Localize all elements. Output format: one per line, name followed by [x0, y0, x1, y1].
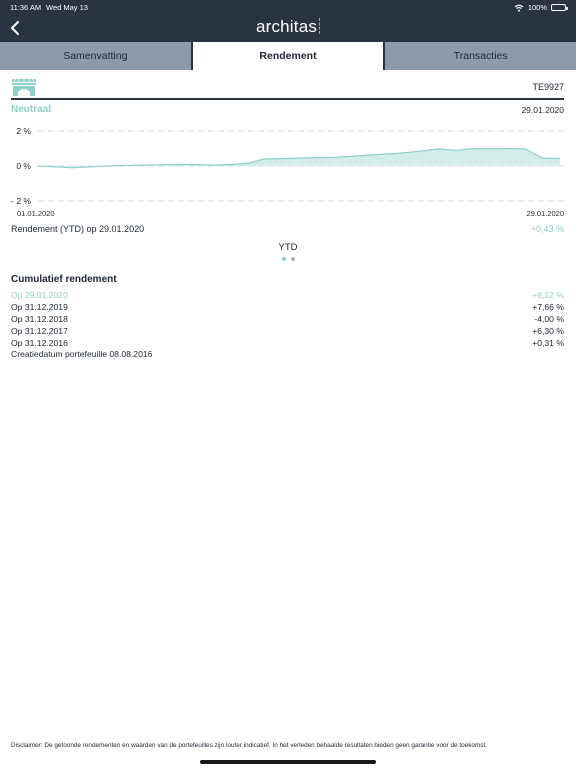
portfolio-id: TE9927: [532, 82, 564, 92]
list-item-label: Op 31.12.2017: [11, 326, 68, 336]
battery-icon: [551, 4, 568, 11]
list-item: Op 29.01.2020 +8,12 %: [11, 290, 564, 302]
x-tick-label-end: 29.01.2020: [526, 209, 564, 218]
ytd-value: +0,43 %: [530, 224, 564, 234]
logo-text: architas: [255, 17, 318, 36]
data-point: [507, 147, 509, 150]
list-item: Op 31.12.2017 +6,30 %: [11, 326, 564, 338]
tab-bar: Samenvatting Rendement Transacties: [0, 42, 576, 70]
data-point: [159, 164, 161, 166]
data-point: [489, 147, 491, 150]
data-point: [263, 158, 265, 160]
data-point: [246, 162, 248, 164]
nav-bar: architas: [0, 14, 576, 42]
list-item-value: +7,66 %: [532, 302, 564, 312]
ytd-label: Rendement (YTD) op 29.01.2020: [11, 224, 145, 234]
data-point: [420, 150, 422, 152]
y-tick-label: 0 %: [16, 161, 31, 171]
status-right: 100%: [514, 3, 568, 12]
ytd-page-title: YTD: [278, 242, 298, 253]
data-point: [542, 157, 544, 159]
data-point: [333, 156, 335, 158]
list-item: Op 31.12.2019 +7,66 %: [11, 302, 564, 314]
wifi-icon: [514, 4, 524, 12]
data-point: [524, 148, 526, 150]
bridge-icon: [12, 79, 36, 96]
list-item-label: Op 29.01.2020: [11, 290, 68, 300]
data-point: [298, 157, 300, 159]
creation-date: Creatiedatum portefeuille 08.08.2016: [11, 349, 153, 359]
data-point: [559, 157, 561, 160]
data-point: [211, 164, 213, 166]
page-dot-active[interactable]: [281, 257, 286, 261]
data-point: [141, 164, 143, 166]
data-point: [37, 165, 39, 167]
ytd-row: Rendement (YTD) op 29.01.2020 +0,43 %: [11, 224, 564, 238]
data-point: [194, 164, 196, 166]
data-point: [89, 166, 91, 168]
data-point: [281, 158, 283, 160]
data-point: [455, 149, 457, 151]
page-indicator[interactable]: [0, 257, 576, 261]
list-item-value: +0,31 %: [532, 338, 564, 348]
data-point: [402, 152, 404, 154]
profile-row: Neutraal 29.01.2020: [11, 104, 564, 118]
list-item-label: Op 31.12.2019: [11, 302, 68, 312]
profile-date: 29.01.2020: [521, 105, 564, 115]
x-tick-label-start: 01.01.2020: [17, 209, 55, 218]
data-point: [368, 154, 370, 156]
performance-chart: 2 % 0 % - 2 % 01.01.2020 29.01.2020: [11, 126, 566, 218]
data-point: [107, 165, 109, 167]
list-item-value: +8,12 %: [532, 290, 564, 300]
data-point: [72, 167, 74, 169]
status-bar: 11:36 AM Wed May 13 100%: [0, 0, 576, 14]
app-logo: architas: [0, 17, 576, 37]
cumulative-title: Cumulatief rendement: [11, 274, 117, 285]
list-item-label: Op 31.12.2016: [11, 338, 68, 348]
list-item: Op 31.12.2018 -4,00 %: [11, 314, 564, 326]
data-point: [472, 147, 474, 150]
page-dot[interactable]: [290, 257, 295, 261]
y-tick-label: 2 %: [16, 126, 31, 136]
data-point: [124, 164, 126, 167]
home-indicator[interactable]: [200, 760, 376, 764]
data-point: [176, 163, 178, 165]
logo-accent: [319, 18, 321, 34]
y-tick-label: - 2 %: [11, 196, 31, 206]
status-time: 11:36 AM: [10, 3, 42, 12]
tab-samenvatting[interactable]: Samenvatting: [0, 42, 191, 70]
data-point: [350, 155, 352, 157]
list-item-value: +6,30 %: [532, 326, 564, 336]
list-item-value: -4,00 %: [534, 314, 564, 324]
data-point: [54, 166, 57, 168]
data-point: [385, 153, 387, 155]
data-point: [315, 157, 317, 159]
cumulative-list: Op 29.01.2020 +8,12 % Op 31.12.2019 +7,6…: [11, 290, 564, 350]
data-point: [437, 148, 439, 150]
list-item-label: Op 31.12.2018: [11, 314, 68, 324]
battery-percentage: 100%: [527, 3, 547, 12]
data-point: [228, 164, 230, 166]
status-date: Wed May 13: [46, 3, 88, 12]
profile-name: Neutraal: [11, 104, 52, 115]
disclaimer: Disclaimer: De getoonde rendementen en w…: [11, 742, 488, 749]
portfolio-header: TE9927: [11, 78, 564, 100]
tab-transacties[interactable]: Transacties: [385, 42, 576, 70]
tab-rendement[interactable]: Rendement: [191, 42, 385, 70]
